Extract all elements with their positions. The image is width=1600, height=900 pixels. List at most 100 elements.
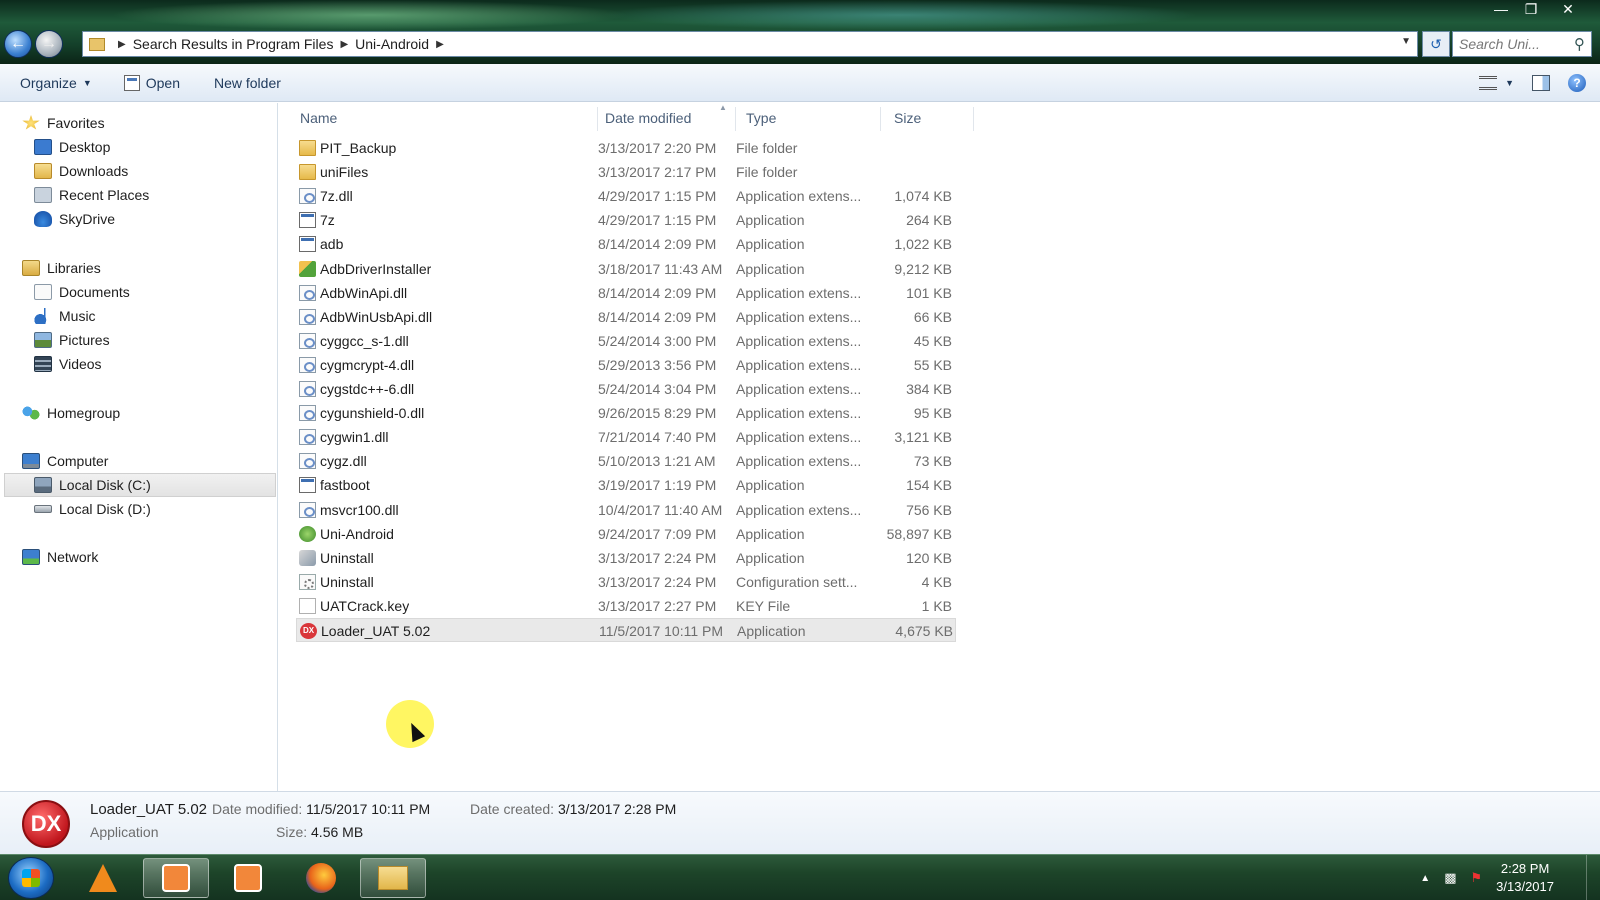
show-hidden-icons-button[interactable]: ▲ [1420,873,1430,884]
file-row[interactable]: cyggcc_s-1.dll 5/24/2014 3:00 PM Applicati… [296,329,956,353]
new-folder-button[interactable]: New folder [202,64,293,101]
file-row[interactable]: cygz.dll 5/10/2013 1:21 AM Application ext… [296,449,956,473]
address-bar[interactable]: ▶ Search Results in Program Files ▶ Uni-… [82,31,1418,57]
nav-item-pictures[interactable]: Pictures [34,328,110,352]
file-row[interactable]: cygstdc++-6.dll 5/24/2014 3:04 PM Applicat… [296,377,956,401]
nav-computer[interactable]: Computer [22,449,108,473]
file-row[interactable]: Uni-Android 9/24/2017 7:09 PM Application 5… [296,522,956,546]
taskbar-camera-app[interactable] [215,858,281,898]
column-divider[interactable] [973,107,974,131]
open-button[interactable]: Open [112,64,192,101]
address-dropdown-icon[interactable]: ▼ [1401,36,1411,47]
column-header-type[interactable]: Type [746,103,876,133]
nav-network[interactable]: Network [22,545,98,569]
file-type: Application extens... [736,356,862,373]
file-row[interactable]: msvcr100.dll 10/4/2017 11:40 AM Applicatio… [296,498,956,522]
help-icon[interactable]: ? [1568,74,1586,92]
nav-item-local-disk-c[interactable]: Local Disk (C:) [4,473,276,497]
breadcrumb-chevron-icon[interactable]: ▶ [436,39,444,50]
nav-item-local-disk-d[interactable]: Local Disk (D:) [34,497,151,521]
file-date: 5/24/2014 3:00 PM [598,332,717,349]
taskbar-firefox[interactable] [288,858,354,898]
details-label: Date modified: [212,801,303,817]
preview-pane-icon[interactable] [1532,75,1550,91]
file-row[interactable]: fastboot 3/19/2017 1:19 PM Application 154 … [296,473,956,497]
action-center-flag-icon[interactable]: ⚑ [1471,870,1483,886]
forward-button[interactable]: → [35,30,63,58]
file-type: Application extens... [736,453,862,470]
dll-icon [299,501,316,518]
back-button[interactable]: ← [4,30,32,58]
file-row[interactable]: DX Loader_UAT 5.02 11/5/2017 10:11 PM Appli… [296,618,956,642]
uni-android-icon [299,525,316,542]
taskbar-camera-app[interactable] [143,858,209,898]
column-header-date[interactable]: Date modified [605,103,735,133]
column-header-label: Name [300,110,338,126]
file-row[interactable]: UATCrack.key 3/13/2017 2:27 PM KEY File 1 K… [296,594,956,618]
file-row[interactable]: cygunshield-0.dll 9/26/2015 8:29 PM Applic… [296,401,956,425]
taskbar-vlc[interactable] [70,858,136,898]
change-view-button[interactable]: ▼ [1479,76,1514,90]
file-size: 55 KB [913,356,952,373]
file-row[interactable]: 7z.dll 4/29/2017 1:15 PM Application exten… [296,184,956,208]
file-row[interactable]: Uninstall 3/13/2017 2:24 PM Application 120… [296,546,956,570]
file-name: 7z.dll [320,188,353,205]
minimize-button[interactable]: — [1486,0,1516,20]
maximize-button[interactable]: ❐ [1516,0,1546,20]
organize-label: Organize [20,74,77,91]
nav-item-skydrive[interactable]: SkyDrive [34,207,115,231]
nav-item-downloads[interactable]: Downloads [34,159,128,183]
file-row[interactable]: 7z 4/29/2017 1:15 PM Application 264 KB [296,208,956,232]
file-row[interactable]: adb 8/14/2014 2:09 PM Application 1,022 KB [296,232,956,256]
close-button[interactable]: ✕ [1546,0,1590,20]
breadcrumb-chevron-icon[interactable]: ▶ [340,39,348,50]
file-type: Application [736,260,805,277]
column-header-name[interactable]: Name [300,103,590,133]
nav-item-music[interactable]: Music [34,304,96,328]
breadcrumb-search-results[interactable]: Search Results in Program Files [133,36,334,52]
nav-item-label: Videos [59,356,102,372]
file-size: 95 KB [913,405,952,422]
file-size: 66 KB [913,308,952,325]
file-row[interactable]: AdbWinUsbApi.dll 8/14/2014 2:09 PM Applica… [296,305,956,329]
file-row[interactable]: AdbWinApi.dll 8/14/2014 2:09 PM Applicatio… [296,281,956,305]
start-button[interactable] [8,857,54,899]
file-row[interactable]: cygwin1.dll 7/21/2014 7:40 PM Application … [296,425,956,449]
taskbar-file-explorer[interactable] [360,858,426,898]
column-header-size[interactable]: Size [894,103,984,133]
nav-item-recent-places[interactable]: Recent Places [34,183,149,207]
search-input[interactable]: Search Uni... ⚲ [1452,31,1592,57]
file-name: Uninstall [320,573,374,590]
nav-item-desktop[interactable]: Desktop [34,135,110,159]
nav-libraries[interactable]: Libraries [22,256,101,280]
refresh-button[interactable]: ↺ [1422,31,1450,57]
app-icon [299,212,316,229]
file-list: ▲ Name Date modified Type Size PIT_Backu… [279,103,1600,791]
search-placeholder: Search Uni... [1459,36,1540,52]
column-header-label: Type [746,110,777,126]
nav-item-videos[interactable]: Videos [34,352,102,376]
nav-item-label: SkyDrive [59,211,116,227]
organize-button[interactable]: Organize ▼ [0,64,104,101]
column-divider[interactable] [597,107,598,131]
file-row[interactable]: cygmcrypt-4.dll 5/29/2013 3:56 PM Applicat… [296,353,956,377]
breadcrumb-chevron-icon[interactable]: ▶ [118,39,126,50]
camera-app-icon [162,864,190,892]
nav-item-documents[interactable]: Documents [34,280,130,304]
clock[interactable]: 2:28 PM 3/13/2017 [1496,860,1554,896]
column-divider[interactable] [735,107,736,131]
file-type: Application extens... [736,284,862,301]
nav-favorites[interactable]: Favorites [22,111,105,135]
nav-homegroup[interactable]: Homegroup [22,401,120,425]
file-row[interactable]: PIT_Backup 3/13/2017 2:20 PM File folder [296,136,956,160]
file-row[interactable]: AdbDriverInstaller 3/18/2017 11:43 AM Appl… [296,257,956,281]
column-divider[interactable] [880,107,881,131]
file-row[interactable]: Uninstall 3/13/2017 2:24 PM Configuration … [296,570,956,594]
network-tray-icon[interactable]: ▩ [1444,870,1456,886]
file-row[interactable]: uniFiles 3/13/2017 2:17 PM File folder [296,160,956,184]
show-desktop-button[interactable] [1586,855,1600,900]
file-type: File folder [736,140,798,156]
search-icon[interactable]: ⚲ [1574,35,1585,53]
nav-libraries-label: Libraries [47,260,101,276]
breadcrumb-uni-android[interactable]: Uni-Android [355,36,429,52]
